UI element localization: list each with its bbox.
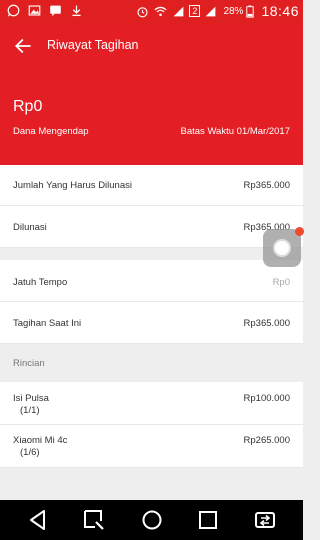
row-current-bill: Tagihan Saat Ini Rp365.000	[0, 302, 303, 344]
item-label: Xiaomi Mi 4c	[13, 435, 68, 446]
item-value: Rp100.000	[243, 393, 290, 404]
row-total-due: Jumlah Yang Harus Dilunasi Rp365.000	[0, 165, 303, 206]
item-installment: (1/6)	[20, 447, 40, 458]
remaining-amount: Rp0	[13, 98, 43, 115]
message-icon	[50, 5, 61, 17]
system-icons: 2 28% 18:46	[135, 3, 299, 19]
notification-icons	[6, 4, 84, 17]
row-value: Rp365.000	[243, 180, 290, 191]
deadline: Batas Waktu 01/Mar/2017	[180, 126, 290, 137]
row-label: Tagihan Saat Ini	[13, 318, 82, 329]
row-paid: Dilunasi Rp365.000	[0, 206, 303, 248]
floating-assist-button[interactable]	[263, 227, 304, 267]
item-value: Rp265.000	[243, 435, 290, 446]
notification-dot	[295, 227, 304, 236]
assist-circle-icon	[273, 239, 291, 257]
signal-icon	[174, 6, 184, 16]
battery-icon	[246, 5, 255, 18]
recent-apps-icon[interactable]	[196, 508, 220, 532]
home-icon[interactable]	[140, 508, 164, 532]
list-item: Isi Pulsa (1/1) Rp100.000	[0, 382, 303, 425]
status-bar: 2 28% 18:46	[0, 0, 303, 24]
payment-status: Dana Mengendap	[13, 126, 89, 137]
navigation-bar	[0, 500, 303, 540]
row-value: Rp365.000	[243, 318, 290, 329]
item-label: Isi Pulsa	[13, 393, 49, 404]
search-icon[interactable]	[82, 508, 106, 532]
whatsapp-icon	[7, 4, 20, 17]
signal-icon-2	[206, 6, 216, 16]
back-triangle-icon[interactable]	[26, 508, 50, 532]
item-installment: (1/1)	[20, 405, 40, 416]
bill-header: Riwayat Tagihan Rp0 Dana Mengendap Batas…	[0, 24, 303, 165]
clock: 18:46	[261, 3, 299, 19]
gallery-icon	[28, 5, 41, 16]
breakdown-section-header: Rincian	[0, 344, 303, 382]
switch-apps-icon[interactable]	[253, 508, 277, 532]
row-due-date: Jatuh Tempo Rp0	[0, 260, 303, 302]
download-icon	[72, 5, 81, 17]
alarm-icon	[137, 6, 148, 17]
row-label: Jumlah Yang Harus Dilunasi	[13, 180, 132, 191]
wifi-icon	[154, 6, 168, 16]
row-label: Dilunasi	[13, 222, 47, 233]
row-value: Rp0	[272, 277, 290, 288]
list-item: Xiaomi Mi 4c (1/6) Rp265.000	[0, 425, 303, 468]
sim-badge: 2	[189, 5, 201, 17]
row-label: Jatuh Tempo	[13, 277, 68, 288]
page-title: Riwayat Tagihan	[47, 38, 139, 52]
section-title: Rincian	[13, 358, 45, 369]
battery-percent: 28%	[223, 5, 244, 17]
back-arrow-icon[interactable]	[12, 36, 34, 56]
